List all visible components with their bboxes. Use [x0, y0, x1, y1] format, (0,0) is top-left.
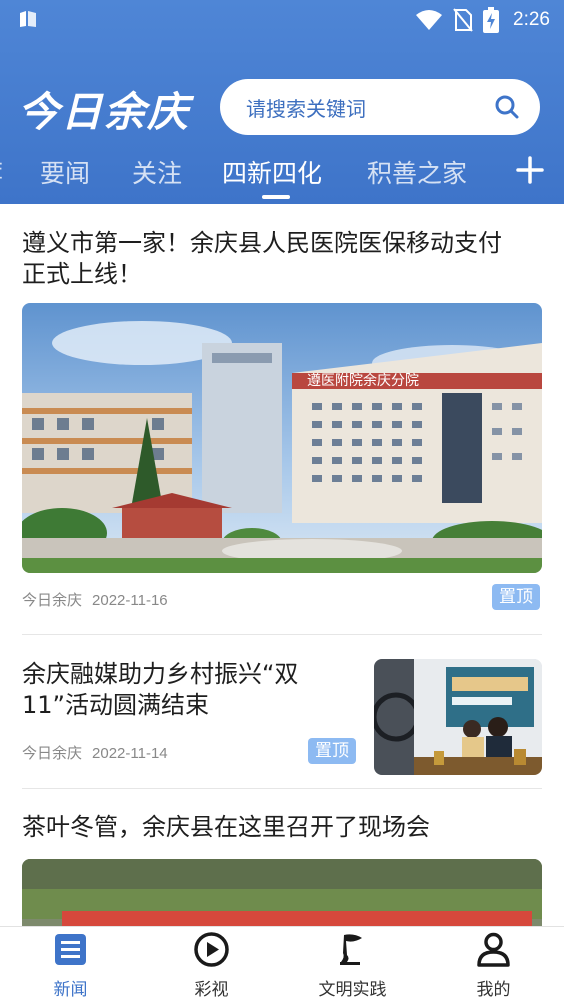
article-meta: 今日余庆 2022-11-14 — [22, 742, 168, 763]
search-bar[interactable]: 请搜索关键词 — [220, 79, 540, 135]
article-source: 今日余庆 — [22, 745, 83, 762]
user-icon[interactable] — [475, 931, 512, 968]
tab-partial[interactable]: 荐 — [0, 154, 3, 190]
article-title[interactable]: 余庆融媒助力乡村振兴“双 11”活动圆满结束 — [22, 659, 352, 721]
nav-profile[interactable]: 我的 — [423, 927, 564, 1003]
tab-guanzhu[interactable]: 关注 — [132, 154, 182, 190]
nav-news[interactable]: 新闻 — [0, 927, 141, 1003]
bottom-navigation: 新闻 彩视 文明实践 我的 — [0, 926, 564, 1002]
divider — [22, 634, 542, 635]
tab-sixin-sihua[interactable]: 四新四化 — [222, 154, 322, 190]
news-icon[interactable] — [52, 931, 89, 968]
channel-tabs: 荐 要闻 关注 四新四化 积善之家 — [0, 148, 564, 204]
livestream-photo — [374, 659, 542, 775]
article-meta: 今日余庆 2022-11-16 — [22, 589, 168, 610]
status-bar: 2:26 — [0, 0, 564, 40]
battery-charging-icon — [483, 7, 500, 33]
nav-video-label[interactable]: 彩视 — [141, 975, 282, 1000]
hospital-photo: 遵医附院余庆分院 — [22, 303, 542, 573]
pinned-badge: 置顶 — [308, 738, 356, 764]
nav-civilization[interactable]: 文明实践 — [282, 927, 423, 1003]
article-title[interactable]: 茶叶冬管，余庆县在这里召开了现场会 — [22, 812, 542, 843]
article-source: 今日余庆 — [22, 592, 83, 609]
article-date: 2022-11-16 — [92, 592, 168, 609]
nav-video[interactable]: 彩视 — [141, 927, 282, 1003]
tea-field-photo — [22, 859, 542, 926]
search-icon[interactable] — [494, 94, 520, 120]
app-logo: 今日余庆 — [18, 88, 190, 136]
wifi-icon — [416, 10, 443, 30]
nav-civilization-label[interactable]: 文明实践 — [282, 975, 423, 1000]
pinned-badge: 置顶 — [492, 584, 540, 610]
article-title[interactable]: 遵义市第一家！余庆县人民医院医保移动支付 正式上线！ — [22, 228, 542, 290]
add-channel-icon[interactable] — [512, 152, 548, 188]
article-image-tea-field[interactable] — [22, 859, 542, 926]
nav-profile-label[interactable]: 我的 — [423, 975, 564, 1000]
article-date: 2022-11-14 — [92, 745, 168, 762]
news-feed[interactable]: 遵义市第一家！余庆县人民医院医保移动支付 正式上线！ 遵医附院余庆分院 今日余庆… — [0, 204, 564, 926]
article-image-hospital[interactable]: 遵医附院余庆分院 — [22, 303, 542, 573]
article-thumbnail-livestream[interactable] — [374, 659, 542, 775]
flag-icon[interactable] — [334, 931, 371, 968]
building-sign: 遵医附院余庆分院 — [307, 372, 419, 389]
no-sim-icon — [453, 8, 473, 32]
search-placeholder[interactable]: 请搜索关键词 — [246, 93, 494, 122]
play-icon[interactable] — [193, 931, 230, 968]
notification-icon — [20, 11, 36, 27]
tab-jishan-zhijia[interactable]: 积善之家 — [367, 154, 467, 190]
tab-yaowen[interactable]: 要闻 — [40, 154, 90, 190]
app-header: 2:26 今日余庆 请搜索关键词 荐 要闻 关注 四新四化 积善之家 — [0, 0, 564, 204]
nav-news-label[interactable]: 新闻 — [0, 975, 141, 1000]
active-tab-indicator — [262, 195, 290, 199]
status-time: 2:26 — [513, 9, 550, 30]
divider — [22, 788, 542, 789]
